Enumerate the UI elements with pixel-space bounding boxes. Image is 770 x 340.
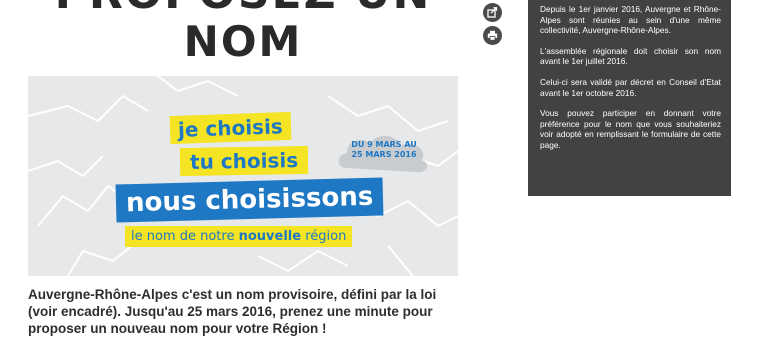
intro-text: Auvergne-Rhône-Alpes c'est un nom provis… — [28, 287, 437, 336]
slogan-line-2: tu choisis — [179, 145, 309, 177]
share-button[interactable] — [483, 3, 502, 22]
print-button[interactable] — [483, 26, 502, 45]
info-paragraph: Depuis le 1er janvier 2016, Auvergne et … — [540, 4, 721, 36]
info-paragraph: L'assemblée régionale doit choisir son n… — [540, 45, 721, 67]
info-paragraph: Celui-ci sera validé par décret en Conse… — [540, 76, 721, 98]
date-badge: DU 9 MARS AU 25 MARS 2016 — [338, 134, 428, 173]
page-title: NOM — [183, 17, 303, 66]
slogan-line-3: nous choisissons — [115, 177, 384, 223]
share-icon — [487, 7, 498, 18]
info-box: Depuis le 1er janvier 2016, Auvergne et … — [528, 0, 731, 196]
slogan-line-1: je choisis — [169, 111, 292, 145]
campaign-banner: je choisis tu choisis nous choisissons l… — [28, 76, 458, 276]
page-title-top: PROPOSEZ UN — [28, 0, 458, 16]
slogan-line-4: le nom de notre nouvelle région — [125, 226, 353, 247]
info-paragraph: Vous pouvez participer en donnant votre … — [540, 108, 721, 150]
print-icon — [487, 30, 498, 41]
